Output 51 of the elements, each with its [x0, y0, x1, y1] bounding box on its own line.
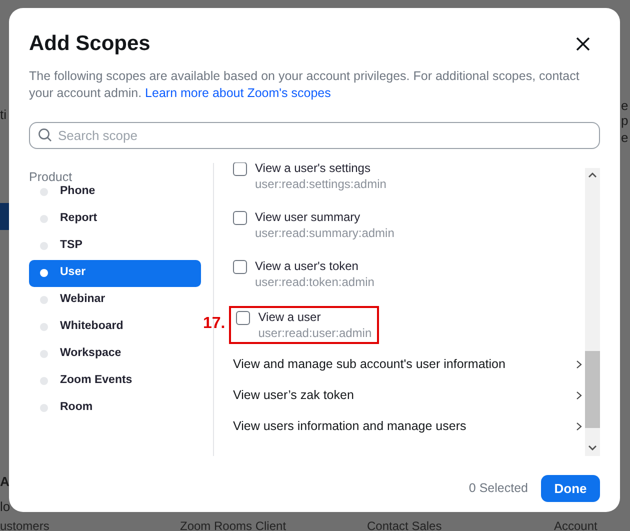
scope-name: View a user's token [255, 258, 360, 274]
scope-code: user:read:summary:admin [255, 224, 394, 240]
selected-count: 0 Selected [468, 480, 528, 498]
sidebar-highlight [0, 203, 9, 230]
category-item[interactable]: Whiteboard [29, 314, 201, 340]
scope-group-row[interactable]: View and manage sub account's user information [233, 348, 582, 380]
page-text: A [0, 473, 10, 491]
scrollbar[interactable] [585, 168, 600, 456]
scope-name: View a user [258, 310, 322, 324]
scope-group-row[interactable]: View users information and manage users [233, 410, 582, 442]
scope-group-row[interactable]: View user’s zak token [233, 380, 582, 410]
page-text: e [621, 97, 628, 115]
search-icon [38, 128, 52, 142]
scroll-down-icon[interactable] [588, 444, 597, 450]
chevron-icon [576, 422, 582, 430]
scope-code: user:read:user:admin [258, 324, 372, 340]
scope-code: user:read:settings:admin [255, 176, 386, 192]
checkbox[interactable] [233, 260, 247, 274]
page-text: ti [0, 106, 6, 124]
scope-name: View a user's settings [255, 162, 372, 176]
chevron-icon [576, 390, 582, 400]
group-label: View user’s zak token [233, 386, 354, 404]
close-button[interactable] [574, 34, 592, 53]
done-button[interactable]: Done [541, 475, 600, 502]
dialog-title: Add Scopes [29, 31, 150, 57]
category-item[interactable]: User [29, 260, 201, 286]
category-item[interactable]: Room [29, 394, 201, 422]
scrollbar-thumb[interactable] [585, 350, 600, 428]
category-item[interactable]: Report [29, 206, 201, 232]
page-text: lo [0, 498, 10, 516]
checkbox[interactable] [236, 310, 250, 324]
group-label: View and manage sub account's user information [233, 356, 506, 373]
learn-more-link[interactable]: Learn more about Zoom's scopes [145, 86, 331, 100]
page-text: p [621, 112, 628, 130]
page-text: e [621, 129, 628, 147]
category-item[interactable]: Webinar [29, 286, 201, 314]
search-field[interactable]: Search scope [29, 122, 600, 148]
scope-code: user:read:token:admin [255, 274, 374, 290]
category-item[interactable]: TSP [29, 232, 201, 260]
checkbox[interactable] [233, 162, 247, 176]
category-heading: Product [29, 170, 74, 184]
description-text: The following scopes are available based on your account privileges. For additional scopes, contact your account admin. Learn more about Zoom's scopes [29, 68, 580, 102]
category-item[interactable]: Workspace [29, 340, 201, 368]
group-label: View users information and manage users [233, 418, 466, 435]
annotation-number: 17. [203, 314, 226, 334]
checkbox[interactable] [233, 210, 247, 224]
scope-name: View user summary [255, 210, 362, 224]
scroll-up-icon[interactable] [588, 172, 597, 178]
close-icon [576, 36, 590, 51]
chevron-icon [576, 360, 582, 368]
category-item[interactable]: Zoom Events [29, 368, 201, 394]
